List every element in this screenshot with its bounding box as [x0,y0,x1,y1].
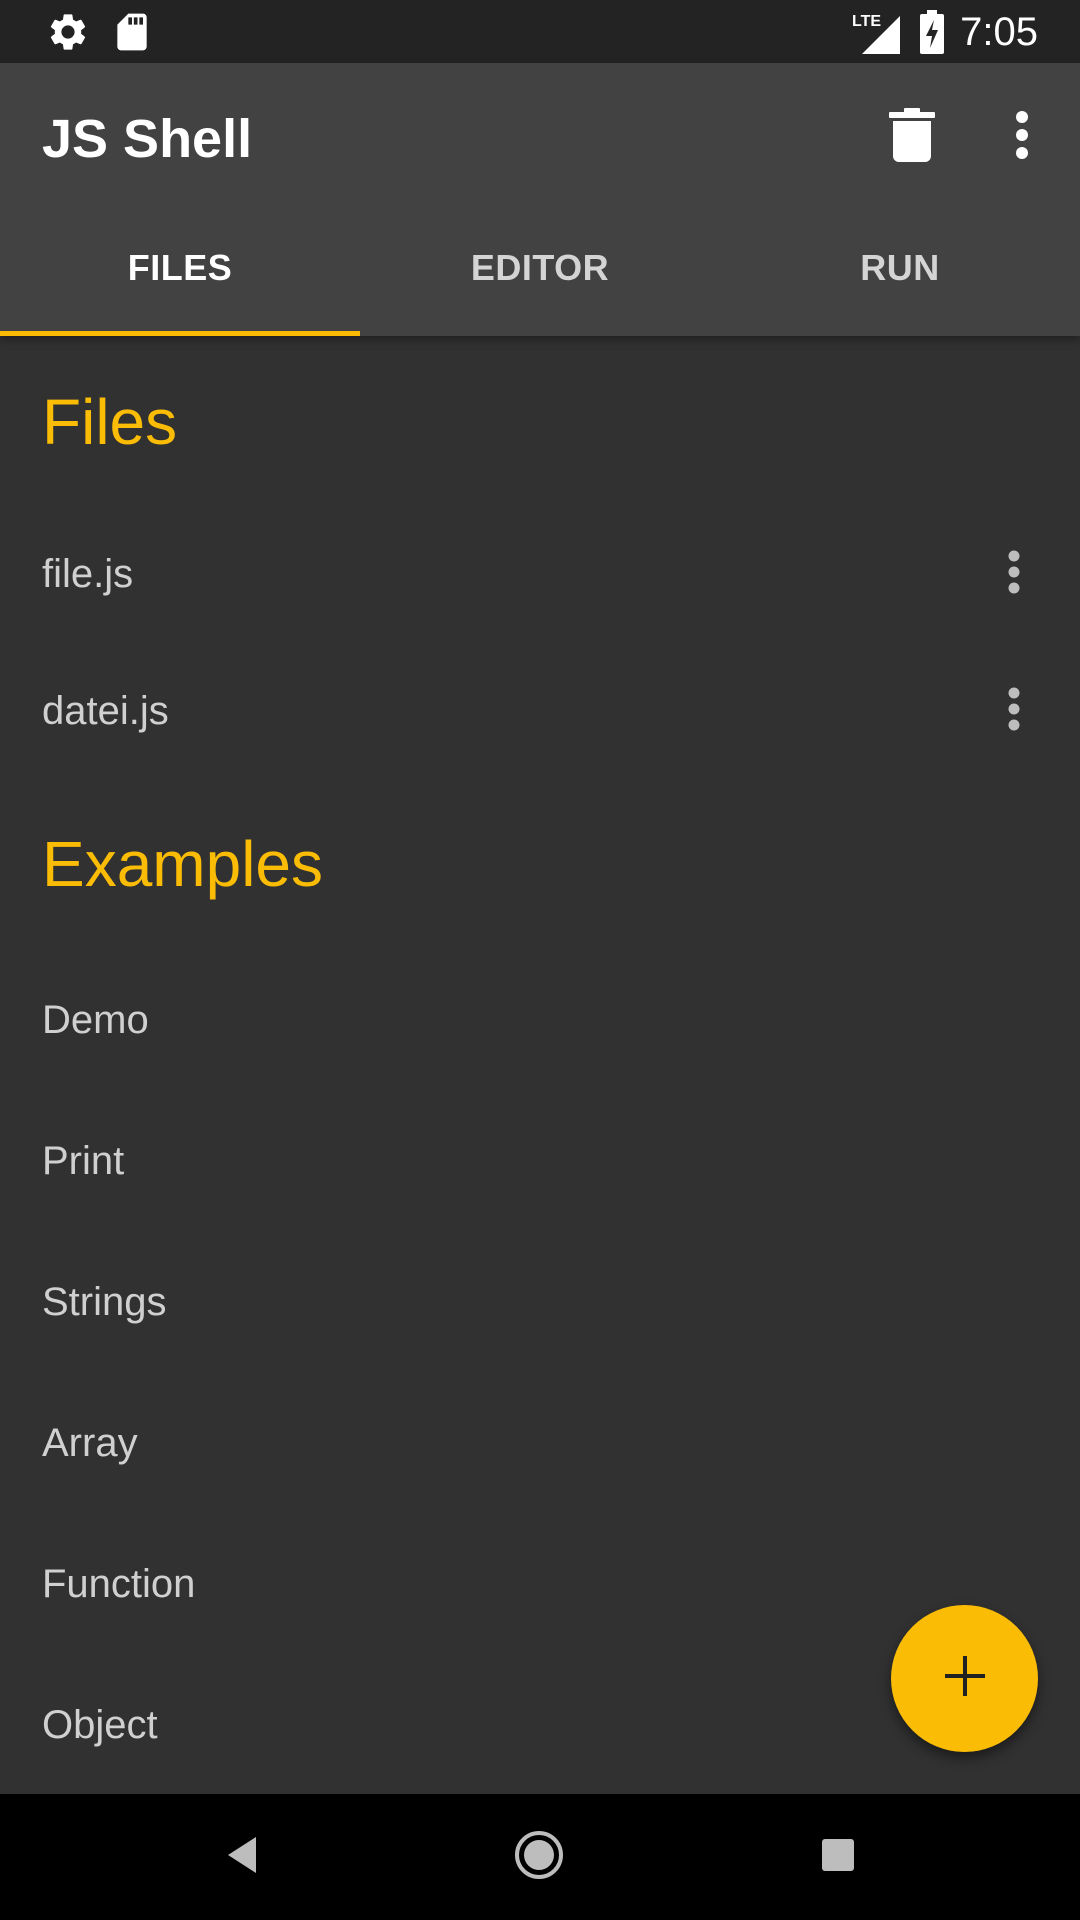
tab-editor[interactable]: EDITOR [360,200,720,336]
add-file-button[interactable] [891,1605,1038,1752]
file-item-menu-button[interactable] [978,538,1050,610]
navigation-bar [0,1794,1080,1920]
example-item-function[interactable]: Function [0,1534,1080,1634]
examples-section-title: Examples [42,828,323,900]
example-item-label: Strings [42,1280,167,1324]
add-icon [944,1656,985,1701]
app-title: JS Shell [42,109,253,169]
file-item[interactable]: datei.js [0,661,1080,761]
settings-icon [46,10,90,54]
more-vert-icon [1015,110,1029,164]
example-item-strings[interactable]: Strings [0,1252,1080,1352]
example-item-array[interactable]: Array [0,1393,1080,1493]
file-item[interactable]: file.js [0,524,1080,624]
tab-indicator [0,331,360,336]
file-item-menu-button[interactable] [978,675,1050,747]
battery-charging-icon [918,10,946,54]
lte-label: LTE [852,13,881,30]
example-item-label: Object [42,1703,158,1747]
tab-files[interactable]: FILES [0,200,360,336]
recents-square-icon [821,1838,855,1877]
lte-signal-icon: LTE [850,8,902,56]
example-item-label: Function [42,1562,196,1606]
example-item-label: Array [42,1421,138,1465]
home-button[interactable] [509,1827,569,1887]
back-button[interactable] [212,1827,272,1887]
delete-button[interactable] [876,101,948,173]
tab-run-label: RUN [860,247,940,288]
more-vert-icon [1008,550,1020,599]
file-item-label: file.js [42,552,134,596]
overflow-menu-button[interactable] [986,101,1058,173]
app-bar: JS Shell FILES EDITOR RUN [0,63,1080,336]
example-item-print[interactable]: Print [0,1111,1080,1211]
back-triangle-icon [224,1835,260,1880]
screen: LTE 7:05 JS Shell FILES EDITOR RUN Files… [0,0,1080,1920]
file-list: Files file.js datei.js Examples Demo Pri… [0,336,1080,1794]
tab-files-label: FILES [127,247,233,288]
example-item-label: Print [42,1139,125,1183]
status-bar: LTE 7:05 [0,0,1080,63]
recents-button[interactable] [808,1827,868,1887]
tab-editor-label: EDITOR [470,247,610,288]
example-item-demo[interactable]: Demo [0,970,1080,1070]
tab-bar: FILES EDITOR RUN [0,200,1080,336]
sd-card-icon [110,10,154,54]
delete-icon [889,107,935,167]
files-section-title: Files [42,386,178,458]
tab-run[interactable]: RUN [720,200,1080,336]
file-item-label: datei.js [42,689,169,733]
home-circle-icon [513,1829,565,1886]
example-item-label: Demo [42,998,149,1042]
more-vert-icon [1008,687,1020,736]
status-time: 7:05 [960,10,1038,54]
